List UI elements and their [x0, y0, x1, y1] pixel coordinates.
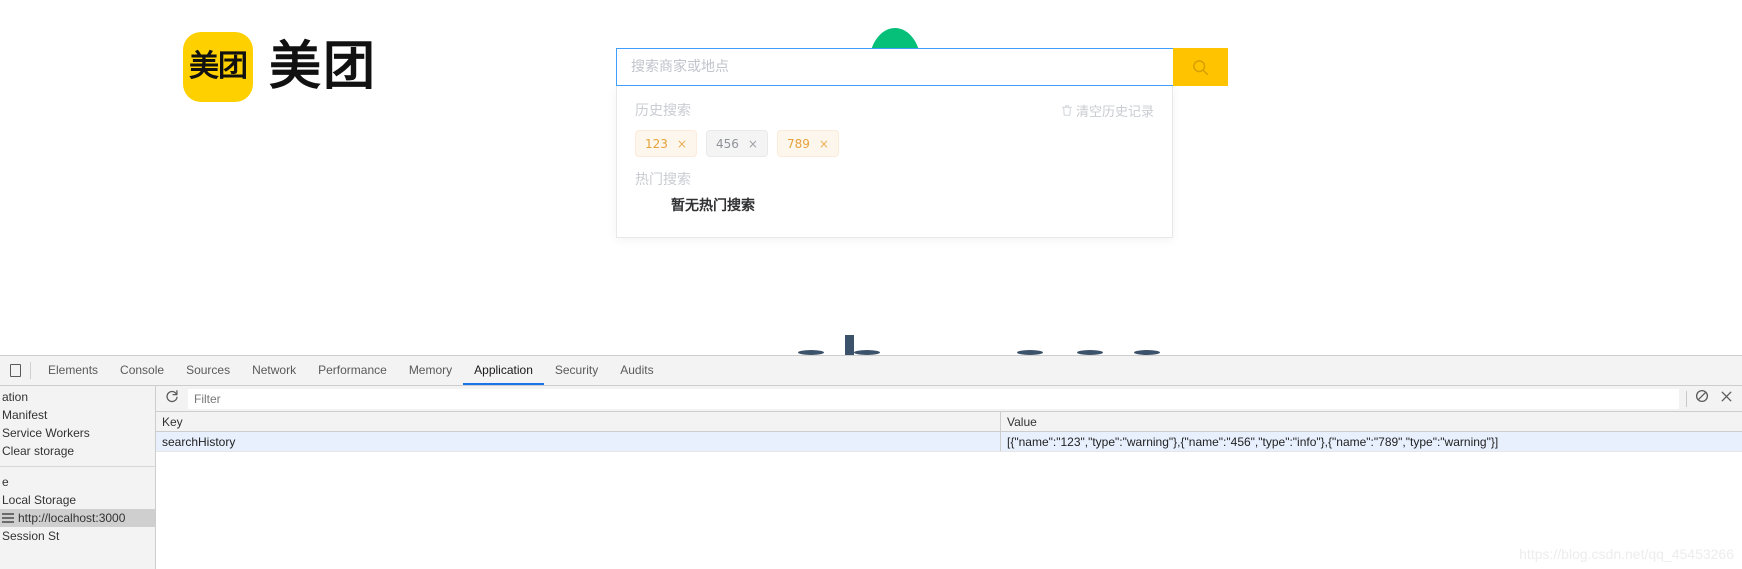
devtools-panel: Elements Console Sources Network Performance… [0, 355, 1742, 569]
close-icon [1720, 390, 1733, 408]
search-bar [616, 48, 1228, 86]
sidebar-item-local-storage[interactable]: Local Storage [0, 491, 155, 509]
sidebar-storage-items: Local Storage [0, 491, 155, 509]
tab-memory[interactable]: Memory [398, 356, 463, 385]
tab-console[interactable]: Console [109, 356, 175, 385]
tab-sources[interactable]: Sources [175, 356, 241, 385]
clear-history-label: 清空历史记录 [1075, 104, 1154, 120]
panel-toggle-icon[interactable] [2, 356, 28, 385]
hot-search-title: 热门搜索 [635, 172, 691, 188]
hot-search-empty: 暂无热门搜索 [671, 198, 755, 214]
table-empty-space [156, 452, 1742, 569]
sidebar-section-application: ation [2, 390, 29, 404]
history-tag-close-icon[interactable]: × [819, 137, 829, 151]
meituan-logo-mark-text: 美团 [189, 49, 248, 84]
trash-icon [1061, 104, 1073, 117]
web-page-viewport: 美团 美团 历史搜索 [0, 0, 1742, 355]
tab-elements[interactable]: Elements [37, 356, 109, 385]
history-tag-close-icon[interactable]: × [677, 137, 687, 151]
sidebar-item-session-storage[interactable]: Session St [0, 527, 155, 545]
tab-audits[interactable]: Audits [609, 356, 664, 385]
application-sidebar: ation Manifest Service Workers Clear stora… [0, 386, 156, 569]
tab-performance[interactable]: Performance [307, 356, 398, 385]
tab-application[interactable]: Application [463, 356, 544, 385]
search-button[interactable] [1173, 48, 1228, 86]
search-area: 历史搜索 清空历史记录 123 × 456 × 789 × 热门搜索 暂无热门搜索 [616, 48, 1228, 238]
history-tag[interactable]: 789 × [776, 130, 839, 157]
history-title: 历史搜索 [635, 103, 691, 119]
sidebar-item-service-workers[interactable]: Service Workers [0, 424, 155, 442]
column-header-key[interactable]: Key [156, 412, 1001, 431]
history-header: 历史搜索 清空历史记录 [635, 100, 1154, 120]
storage-toolbar [156, 386, 1742, 412]
tabbar-divider [30, 362, 31, 379]
toolbar-divider [1686, 390, 1687, 407]
table-cell-key[interactable]: searchHistory [156, 432, 1001, 451]
tab-security[interactable]: Security [544, 356, 609, 385]
history-tag-label: 789 [786, 136, 810, 151]
storage-icon [2, 512, 14, 524]
below-fold-clipped-content [0, 333, 1742, 355]
local-storage-table: Key Value searchHistory [{"name":"123","t… [156, 412, 1742, 569]
sidebar-section-storage: e [2, 475, 9, 489]
table-cell-value[interactable]: [{"name":"123","type":"warning"},{"name"… [1001, 432, 1742, 451]
tab-network[interactable]: Network [241, 356, 307, 385]
sidebar-item-origin[interactable]: http://localhost:3000 [0, 509, 155, 527]
column-header-value[interactable]: Value [1001, 412, 1742, 431]
search-input[interactable] [616, 48, 1173, 86]
sidebar-item-origin-label: http://localhost:3000 [18, 511, 126, 525]
table-row[interactable]: searchHistory [{"name":"123","type":"warn… [156, 432, 1742, 452]
clear-all-button[interactable] [1690, 388, 1714, 410]
sidebar-item-clear-storage[interactable]: Clear storage [0, 442, 155, 460]
brand-logo: 美团 美团 [183, 32, 377, 102]
clear-history-button[interactable]: 清空历史记录 [1061, 101, 1154, 120]
history-tag-close-icon[interactable]: × [748, 137, 758, 151]
devtools-body: ation Manifest Service Workers Clear stora… [0, 386, 1742, 569]
history-tag[interactable]: 456 × [705, 130, 768, 157]
sidebar-item-manifest[interactable]: Manifest [0, 406, 155, 424]
search-icon [1192, 59, 1209, 76]
delete-selected-button[interactable] [1714, 388, 1738, 410]
refresh-button[interactable] [160, 388, 184, 410]
table-rows: searchHistory [{"name":"123","type":"warn… [156, 432, 1742, 452]
history-tag[interactable]: 123 × [635, 130, 697, 157]
refresh-icon [165, 389, 179, 408]
sidebar-divider [0, 466, 155, 467]
history-tag-label: 123 [645, 136, 668, 151]
filter-input[interactable] [188, 388, 1679, 409]
devtools-tabbar: Elements Console Sources Network Performance… [0, 356, 1742, 386]
search-suggestion-panel: 历史搜索 清空历史记录 123 × 456 × 789 × 热门搜索 暂无热门搜索 [616, 86, 1173, 238]
history-tag-list: 123 × 456 × 789 × [635, 130, 1154, 157]
meituan-logo-mark: 美团 [183, 32, 253, 102]
history-tag-label: 456 [715, 136, 739, 151]
no-entry-icon [1695, 389, 1709, 408]
sidebar-application-items: Manifest Service Workers Clear storage [0, 406, 155, 460]
storage-main-pane: Key Value searchHistory[{"name":"123","t… [156, 386, 1742, 569]
meituan-wordmark: 美团 [269, 37, 378, 97]
table-header-row: Key Value [156, 412, 1742, 432]
